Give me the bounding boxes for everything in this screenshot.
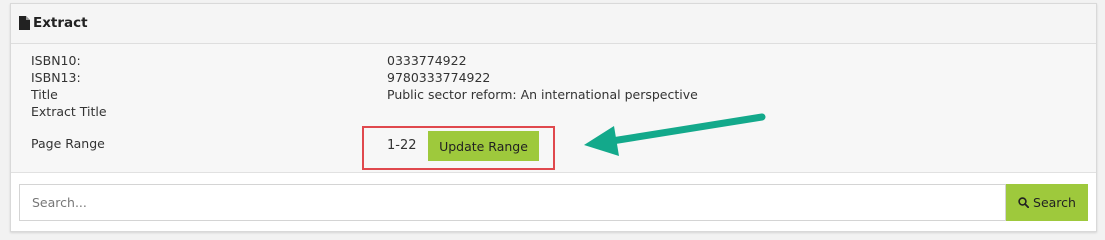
search-button[interactable]: Search: [1006, 184, 1088, 221]
search-icon: [1018, 197, 1030, 208]
update-range-button[interactable]: Update Range: [428, 131, 539, 161]
title-value: Public sector reform: An international p…: [387, 87, 698, 102]
isbn13-value: 9780333774922: [387, 70, 491, 85]
panel-header: Extract: [11, 4, 1096, 44]
isbn10-label: ISBN10:: [31, 53, 81, 68]
search-input[interactable]: [19, 184, 1006, 221]
search-button-label: Search: [1033, 195, 1076, 210]
page-range-value: 1-22: [387, 138, 417, 153]
search-bar: Search: [19, 184, 1088, 221]
isbn10-value: 0333774922: [387, 53, 467, 68]
isbn13-label: ISBN13:: [31, 70, 81, 85]
title-label: Title: [31, 87, 58, 102]
extract-title-label: Extract Title: [31, 104, 107, 119]
page-range-label: Page Range: [31, 136, 105, 151]
file-icon: [19, 16, 30, 30]
panel-title: Extract: [33, 15, 88, 31]
